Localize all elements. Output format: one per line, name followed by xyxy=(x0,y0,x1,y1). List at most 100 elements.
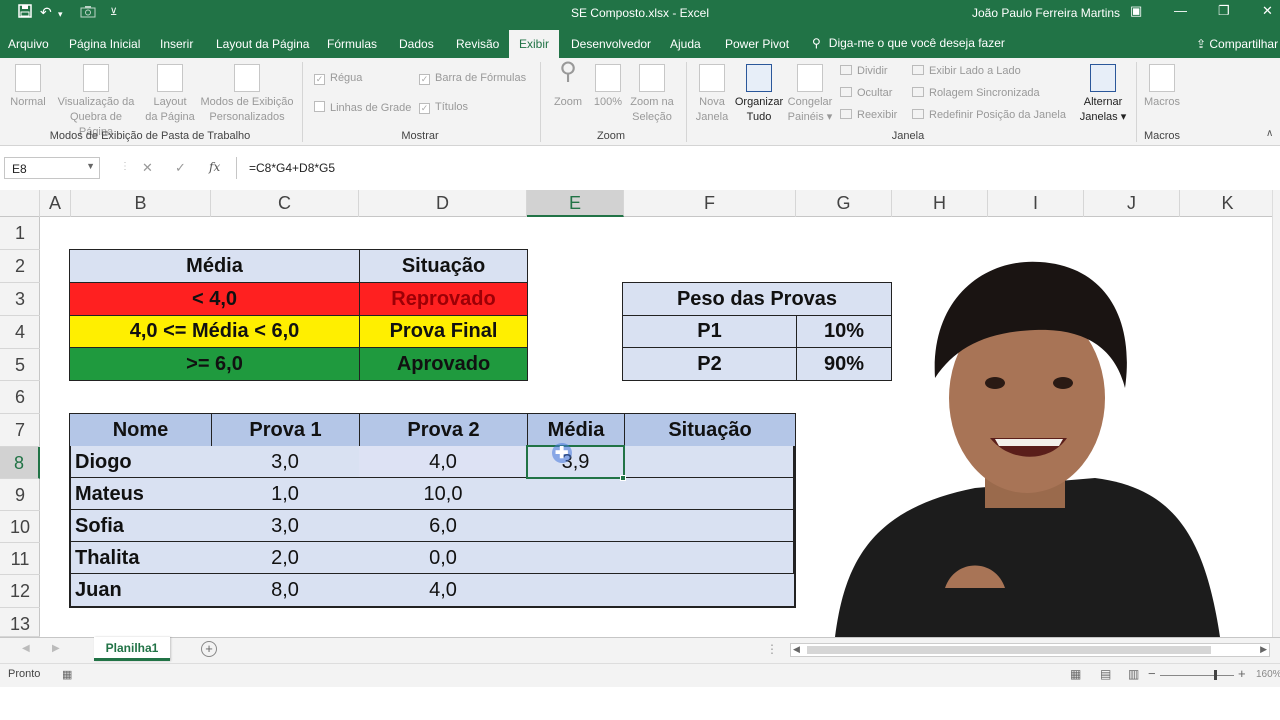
row-header[interactable]: 13 xyxy=(0,608,40,637)
grade-p1-cell[interactable]: 1,0 xyxy=(211,478,360,510)
grade-media-cell[interactable] xyxy=(527,510,625,542)
add-sheet-icon[interactable]: + xyxy=(201,641,217,657)
tab-revisao[interactable]: Revisão xyxy=(456,37,499,51)
grade-p2-cell[interactable]: 0,0 xyxy=(359,542,528,574)
tab-pagina-inicial[interactable]: Página Inicial xyxy=(69,37,140,51)
grades-header[interactable]: Prova 1 xyxy=(211,413,360,447)
page-layout-button[interactable]: Layout da Página xyxy=(144,64,196,125)
row-header[interactable]: 5 xyxy=(0,349,40,381)
grade-name-cell[interactable]: Mateus xyxy=(71,478,212,510)
legend-range-cell[interactable]: >= 6,0 xyxy=(69,347,360,381)
grade-name-cell[interactable]: Thalita xyxy=(71,542,212,574)
column-header[interactable]: I xyxy=(988,190,1084,217)
minimize-icon[interactable]: — xyxy=(1174,3,1187,18)
tab-dados[interactable]: Dados xyxy=(399,37,434,51)
grade-p1-cell[interactable]: 3,0 xyxy=(211,510,360,542)
horizontal-scrollbar[interactable]: ◀ ▶ xyxy=(790,643,1270,657)
splitter-handle-icon[interactable]: ⋮ xyxy=(766,642,778,656)
scroll-left-icon[interactable]: ◀ xyxy=(22,643,30,654)
page-layout-status-icon[interactable]: ▤ xyxy=(1100,667,1111,681)
grades-header[interactable]: Situação xyxy=(624,413,796,447)
drag-handle-icon[interactable]: ⋮ xyxy=(120,161,130,172)
grade-p2-cell[interactable]: 4,0 xyxy=(359,446,528,478)
column-header[interactable]: A xyxy=(40,190,71,217)
grade-situacao-cell[interactable] xyxy=(624,574,794,606)
row-header[interactable]: 8 xyxy=(0,447,40,479)
weight-label-cell[interactable]: P1 xyxy=(622,315,797,348)
reset-position-button[interactable]: Redefinir Posição da Janela xyxy=(912,109,1066,121)
macros-button[interactable]: Macros xyxy=(1142,64,1182,110)
tab-arquivo[interactable]: Arquivo xyxy=(8,37,49,51)
worksheet-grid[interactable]: A B C D E F G H I J K 1 2 3 4 5 6 7 8 9 … xyxy=(0,190,1280,637)
normal-view-status-icon[interactable]: ▦ xyxy=(1070,667,1081,681)
tab-ajuda[interactable]: Ajuda xyxy=(670,37,701,51)
tab-desenvolvedor[interactable]: Desenvolvedor xyxy=(571,37,651,51)
grade-p2-cell[interactable]: 6,0 xyxy=(359,510,528,542)
scroll-left-arrow-icon[interactable]: ◀ xyxy=(793,644,800,655)
share-button[interactable]: ⇪ Compartilhar xyxy=(1196,37,1278,51)
row-header[interactable]: 6 xyxy=(0,381,40,414)
collapse-ribbon-icon[interactable]: ∧ xyxy=(1266,128,1273,139)
row-header[interactable]: 2 xyxy=(0,250,40,283)
column-header[interactable]: G xyxy=(796,190,892,217)
row-header[interactable]: 1 xyxy=(0,217,40,250)
tab-formulas[interactable]: Fórmulas xyxy=(327,37,377,51)
grades-header[interactable]: Média xyxy=(527,413,625,447)
new-window-button[interactable]: Nova Janela xyxy=(692,64,732,125)
formula-bar-checkbox[interactable]: ✓ Barra de Fórmulas xyxy=(419,72,526,85)
page-break-preview-button[interactable]: Visualização da Quebra de Página xyxy=(54,64,138,140)
row-header[interactable]: 9 xyxy=(0,479,40,511)
unhide-button[interactable]: Reexibir xyxy=(840,109,897,121)
row-header[interactable]: 3 xyxy=(0,283,40,316)
column-header[interactable]: J xyxy=(1084,190,1180,217)
tab-layout-pagina[interactable]: Layout da Página xyxy=(216,37,309,51)
legend-header-media[interactable]: Média xyxy=(69,249,360,283)
ribbon-display-icon[interactable]: ▣ xyxy=(1130,3,1142,19)
grade-p1-cell[interactable]: 3,0 xyxy=(211,446,360,478)
grade-media-cell[interactable] xyxy=(527,478,625,510)
formula-input[interactable]: =C8*G4+D8*G5 xyxy=(236,157,1280,179)
restore-icon[interactable]: ❐ xyxy=(1218,3,1230,19)
insert-function-icon[interactable]: fx xyxy=(209,160,220,174)
row-header[interactable]: 10 xyxy=(0,511,40,543)
zoom-slider[interactable] xyxy=(1160,670,1234,680)
arrange-all-button[interactable]: Organizar Tudo xyxy=(732,64,786,125)
user-name[interactable]: João Paulo Ferreira Martins xyxy=(972,6,1120,20)
grade-p1-cell[interactable]: 2,0 xyxy=(211,542,360,574)
split-button[interactable]: Dividir xyxy=(840,65,888,77)
scroll-right-arrow-icon[interactable]: ▶ xyxy=(1260,644,1267,655)
ruler-checkbox[interactable]: ✓ Régua xyxy=(314,72,362,85)
page-break-status-icon[interactable]: ▥ xyxy=(1128,667,1139,681)
column-header[interactable]: C xyxy=(211,190,359,217)
gridlines-checkbox[interactable]: Linhas de Grade xyxy=(314,101,411,114)
normal-view-button[interactable]: Normal xyxy=(6,64,50,110)
grade-p1-cell[interactable]: 8,0 xyxy=(211,574,360,606)
grade-name-cell[interactable]: Diogo xyxy=(71,446,212,478)
row-header[interactable]: 7 xyxy=(0,414,40,447)
zoom-out-icon[interactable]: − xyxy=(1148,666,1156,681)
grade-p2-cell[interactable]: 4,0 xyxy=(359,574,528,606)
scrollbar-thumb[interactable] xyxy=(807,646,1211,654)
enter-icon[interactable]: ✓ xyxy=(175,160,186,176)
select-all-corner[interactable] xyxy=(0,190,40,217)
row-header[interactable]: 4 xyxy=(0,316,40,349)
zoom-level[interactable]: 160% xyxy=(1256,669,1280,680)
macro-record-icon[interactable]: ▦ xyxy=(62,668,72,681)
name-box[interactable]: E8 ▼ xyxy=(4,157,100,179)
sheet-tab[interactable]: Planilha1 xyxy=(94,637,170,661)
legend-status-cell[interactable]: Reprovado xyxy=(359,282,528,316)
column-header[interactable]: K xyxy=(1180,190,1276,217)
legend-range-cell[interactable]: < 4,0 xyxy=(69,282,360,316)
row-header[interactable]: 12 xyxy=(0,575,40,608)
side-by-side-button[interactable]: Exibir Lado a Lado xyxy=(912,65,1021,77)
hide-button[interactable]: Ocultar xyxy=(840,87,892,99)
column-header[interactable]: E xyxy=(527,190,624,217)
tab-power-pivot[interactable]: Power Pivot xyxy=(725,37,789,51)
column-header[interactable]: F xyxy=(624,190,796,217)
column-header[interactable]: B xyxy=(71,190,211,217)
legend-status-cell[interactable]: Prova Final xyxy=(359,315,528,348)
column-header[interactable]: H xyxy=(892,190,988,217)
zoom-100-button[interactable]: 100% xyxy=(590,64,626,110)
custom-views-button[interactable]: Modos de Exibição Personalizados xyxy=(198,64,296,125)
legend-status-cell[interactable]: Aprovado xyxy=(359,347,528,381)
